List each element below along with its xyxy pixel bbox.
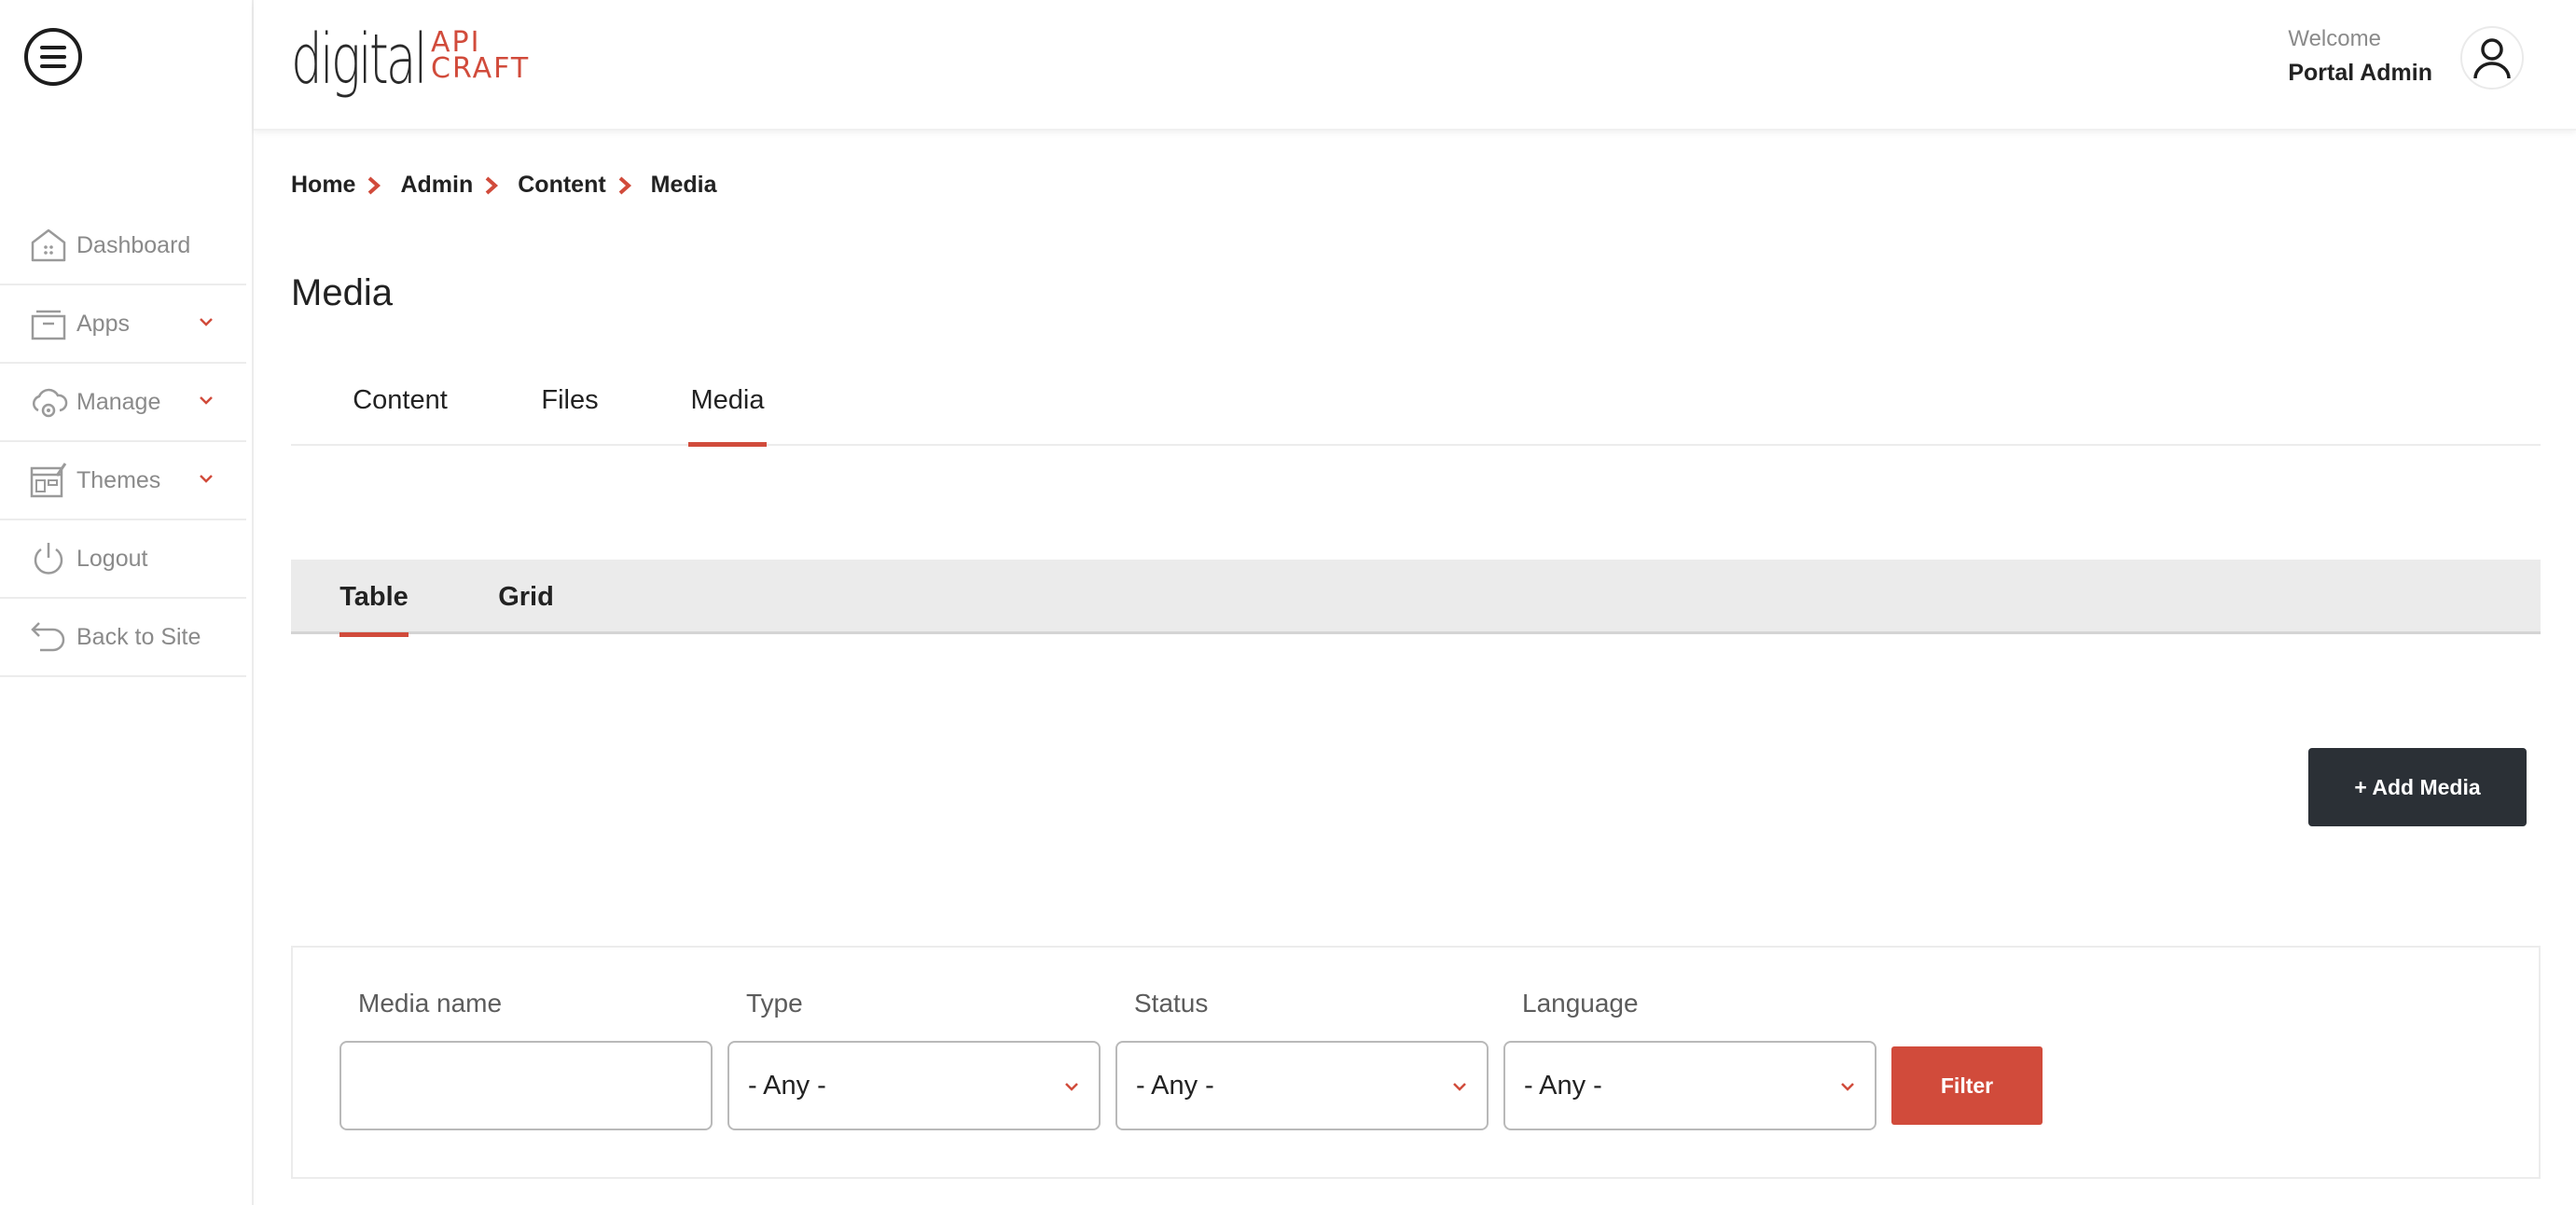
page-title: Media [291,272,393,313]
brand-subtitle: API CRAFT [431,29,531,85]
type-select[interactable]: - Any - [727,1041,1101,1130]
tab-files[interactable]: Files [541,354,599,446]
themes-icon [28,460,69,501]
chevron-down-icon[interactable] [198,313,215,330]
language-label: Language [1522,989,1639,1018]
breadcrumb-home[interactable]: Home [291,172,355,199]
sidebar: Dashboard Apps Manage Themes Logout Back… [0,0,254,1205]
add-media-button[interactable]: + Add Media [2308,748,2527,826]
sidebar-item-themes[interactable]: Themes [0,442,246,520]
sidebar-item-label: Logout [76,545,148,572]
user-avatar[interactable] [2460,26,2524,90]
chevron-right-icon [618,176,631,194]
tab-media[interactable]: Media [688,354,767,447]
view-tabs: Table Grid [291,560,2541,637]
sidebar-item-label: Apps [76,310,130,337]
sidebar-item-logout[interactable]: Logout [0,520,246,599]
breadcrumb-current: Media [650,172,717,198]
breadcrumb-admin[interactable]: Admin [400,172,473,199]
type-label: Type [746,989,803,1018]
power-icon [28,538,69,579]
sidebar-item-manage[interactable]: Manage [0,364,246,442]
welcome-block: Welcome Portal Admin [2288,26,2432,87]
breadcrumb-content[interactable]: Content [518,172,605,199]
user-icon [2473,38,2511,79]
sidebar-item-label: Dashboard [76,231,191,258]
media-name-label: Media name [358,989,503,1018]
brand-logo[interactable]: digital API CRAFT [291,21,530,99]
chevron-down-icon[interactable] [198,470,215,487]
media-name-input[interactable] [339,1041,713,1130]
chevron-down-icon [1841,1083,1854,1091]
chevron-down-icon[interactable] [198,392,215,409]
chevron-right-icon [485,176,499,194]
sidebar-nav: Dashboard Apps Manage Themes Logout Back… [0,207,246,677]
apps-icon [28,303,69,344]
user-name: Portal Admin [2288,60,2432,86]
tab-table[interactable]: Table [339,560,409,637]
tab-content[interactable]: Content [351,354,450,446]
sidebar-item-apps[interactable]: Apps [0,285,246,364]
cloud-gear-icon [28,381,69,422]
breadcrumb: Home Admin Content Media [291,172,717,199]
type-select-value: - Any - [748,1070,826,1101]
home-icon [28,225,69,266]
top-header: digital API CRAFT Welcome Portal Admin [254,0,2576,131]
chevron-right-icon [368,176,381,194]
status-select-value: - Any - [1136,1070,1214,1101]
brand-wordmark: digital [291,20,427,100]
sidebar-item-label: Back to Site [76,623,201,650]
filter-button[interactable]: Filter [1891,1046,2043,1125]
language-select[interactable]: - Any - [1503,1041,1877,1130]
status-label: Status [1134,989,1209,1018]
status-select[interactable]: - Any - [1115,1041,1489,1130]
chevron-down-icon [1065,1083,1078,1091]
back-arrow-icon [28,616,69,658]
menu-toggle-icon[interactable] [24,28,82,86]
brand-sub-line2: CRAFT [431,52,531,85]
sidebar-item-dashboard[interactable]: Dashboard [0,207,246,285]
chevron-down-icon [1453,1083,1466,1091]
sidebar-item-back-to-site[interactable]: Back to Site [0,599,246,677]
sidebar-item-label: Themes [76,466,161,493]
language-select-value: - Any - [1524,1070,1602,1101]
welcome-text: Welcome [2288,26,2381,51]
tab-grid[interactable]: Grid [498,560,554,634]
sidebar-item-label: Manage [76,388,161,415]
section-tabs: Content Files Media [291,354,2541,447]
filter-panel: Media name Type Status Language - Any - … [291,946,2541,1179]
